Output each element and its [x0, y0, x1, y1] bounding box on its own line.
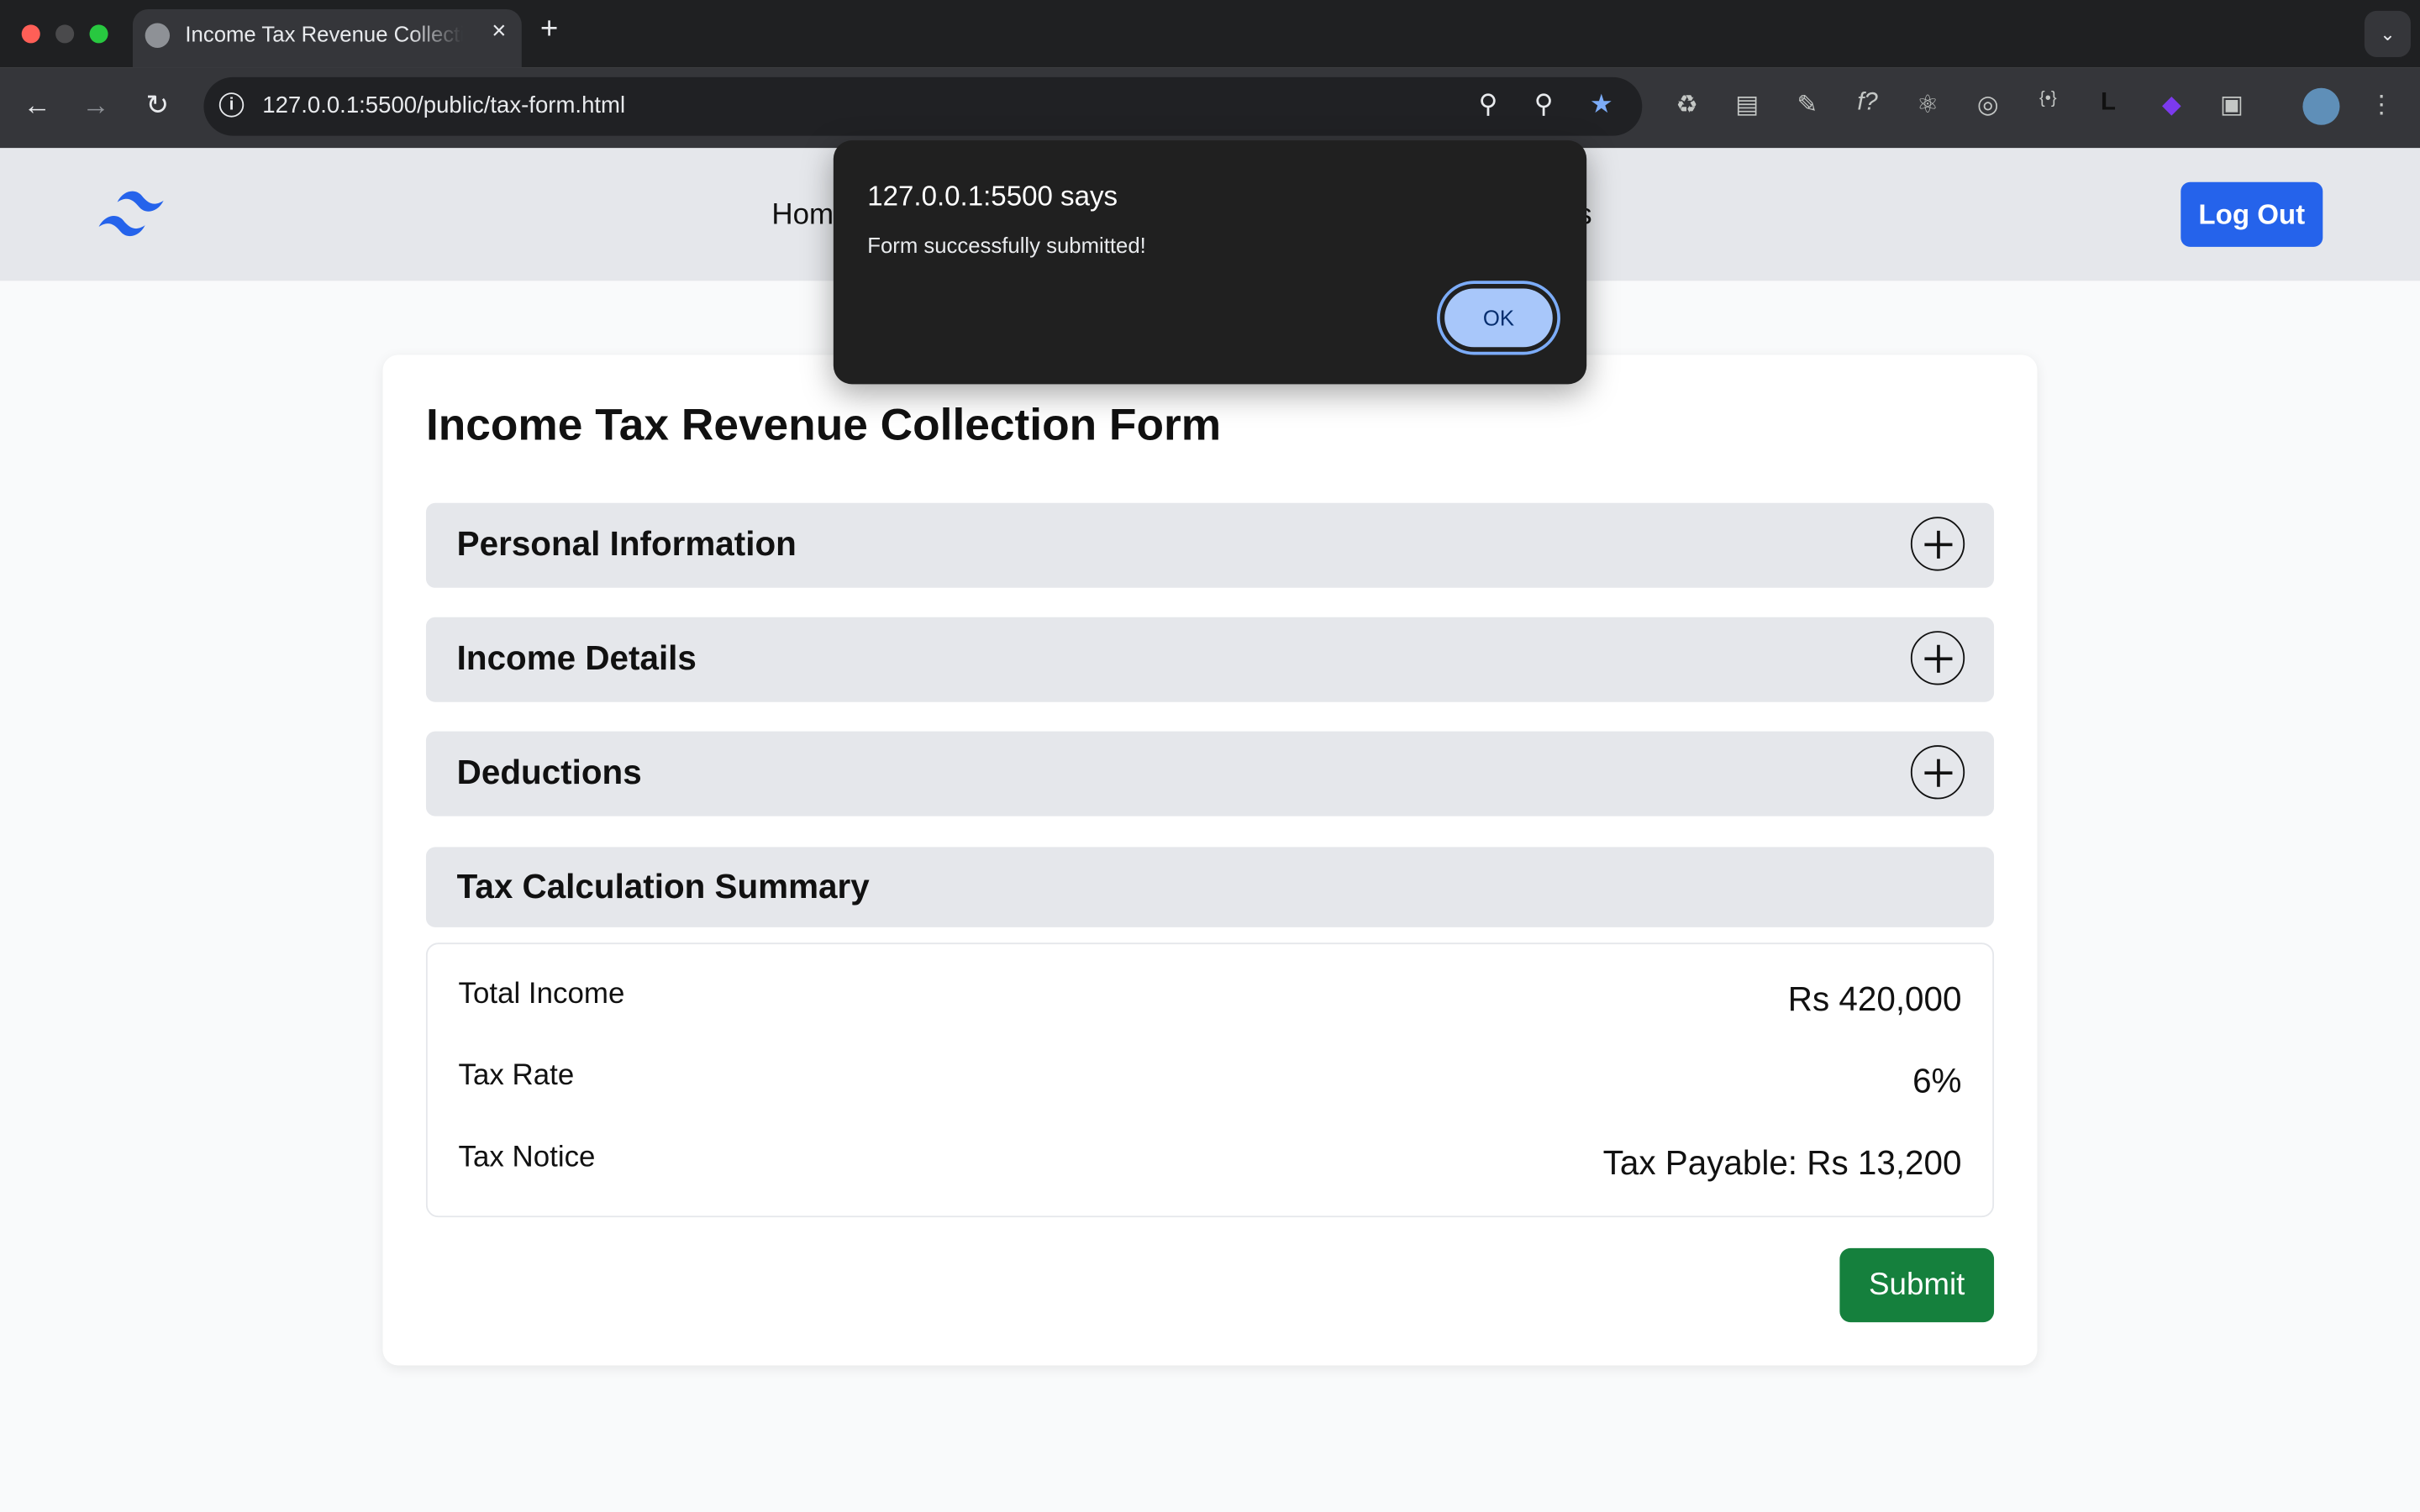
- section-title: Deductions: [456, 753, 642, 792]
- form-title: Income Tax Revenue Collection Form: [425, 401, 1222, 451]
- json-extension-icon[interactable]: {•}: [2031, 90, 2065, 108]
- bookmark-star-icon[interactable]: ★: [1590, 90, 1613, 121]
- section-title: Personal Information: [456, 524, 797, 564]
- tax-rate-value: 6%: [1912, 1061, 1962, 1100]
- reload-icon[interactable]: ↻: [139, 90, 176, 123]
- expand-plus-icon[interactable]: [1910, 745, 1965, 800]
- log-out-button[interactable]: Log Out: [2181, 181, 2323, 247]
- more-menu-icon[interactable]: ⋮: [2365, 90, 2398, 121]
- close-window-button[interactable]: [21, 24, 40, 44]
- maximize-window-button[interactable]: [89, 24, 108, 44]
- section-deductions[interactable]: Deductions: [425, 731, 1995, 816]
- profile-avatar[interactable]: [2302, 87, 2340, 125]
- calendar-extension-icon[interactable]: ▤: [1730, 90, 1764, 121]
- section-title: Tax Calculation Summary: [456, 867, 870, 906]
- tab-search-chevron-icon[interactable]: ⌄: [2364, 10, 2411, 57]
- address-bar[interactable]: i 127.0.0.1:5500/public/tax-form.html ⚲ …: [203, 76, 1643, 136]
- globe-icon: [145, 23, 171, 48]
- dialog-message: Form successfully submitted!: [867, 233, 1146, 258]
- browser-tab[interactable]: Income Tax Revenue Collection Form ×: [132, 9, 522, 68]
- section-income-details[interactable]: Income Details: [425, 617, 1995, 702]
- section-personal-information[interactable]: Personal Information: [425, 502, 1995, 588]
- expand-plus-icon[interactable]: [1910, 631, 1965, 685]
- expand-plus-icon[interactable]: [1910, 517, 1965, 571]
- tax-notice-value: Tax Payable: Rs 13,200: [1602, 1143, 1962, 1182]
- logo-icon: [98, 191, 164, 237]
- back-arrow-icon[interactable]: ←: [18, 90, 55, 123]
- ok-button[interactable]: OK: [1444, 288, 1553, 348]
- react-extension-icon[interactable]: ⚛: [1911, 90, 1944, 121]
- browser-tab-bar: Income Tax Revenue Collection Form × + ⌄: [0, 0, 2420, 68]
- url-text[interactable]: 127.0.0.1:5500/public/tax-form.html: [262, 92, 625, 118]
- section-tax-calculation-summary: Tax Calculation Summary: [425, 847, 1995, 927]
- site-info-icon[interactable]: i: [218, 92, 245, 118]
- target-extension-icon[interactable]: ◎: [1971, 90, 2005, 121]
- tax-rate-label: Tax Rate: [458, 1059, 575, 1093]
- tab-title: Income Tax Revenue Collection Form: [185, 21, 463, 47]
- total-income-value: Rs 420,000: [1787, 979, 1962, 1019]
- l-extension-icon[interactable]: L: [2091, 90, 2125, 118]
- submit-button[interactable]: Submit: [1839, 1247, 1995, 1323]
- key-icon[interactable]: ⚲: [1479, 90, 1498, 121]
- puzzle-extensions-icon[interactable]: ▣: [2215, 90, 2249, 121]
- zoom-icon[interactable]: ⚲: [1534, 90, 1554, 121]
- recycle-extension-icon[interactable]: ♻: [1670, 90, 1703, 121]
- badge-extension-icon[interactable]: ◆: [2154, 90, 2188, 121]
- minimize-window-button[interactable]: [55, 24, 75, 44]
- function-extension-icon[interactable]: f?: [1850, 90, 1884, 118]
- color-picker-extension-icon[interactable]: ✎: [1791, 90, 1824, 121]
- tax-form-card: Income Tax Revenue Collection Form Perso…: [382, 354, 2038, 1366]
- tab-close-icon[interactable]: ×: [492, 18, 506, 46]
- forward-arrow-icon[interactable]: →: [77, 90, 114, 123]
- tax-notice-label: Tax Notice: [458, 1142, 596, 1174]
- dialog-title: 127.0.0.1:5500 says: [867, 180, 1118, 212]
- tax-summary-panel: Total Income Rs 420,000 Tax Rate 6% Tax …: [425, 942, 1995, 1218]
- total-income-label: Total Income: [458, 978, 625, 1011]
- new-tab-button[interactable]: +: [540, 13, 558, 48]
- alert-dialog: 127.0.0.1:5500 says Form successfully su…: [833, 140, 1587, 385]
- section-title: Income Details: [456, 638, 697, 678]
